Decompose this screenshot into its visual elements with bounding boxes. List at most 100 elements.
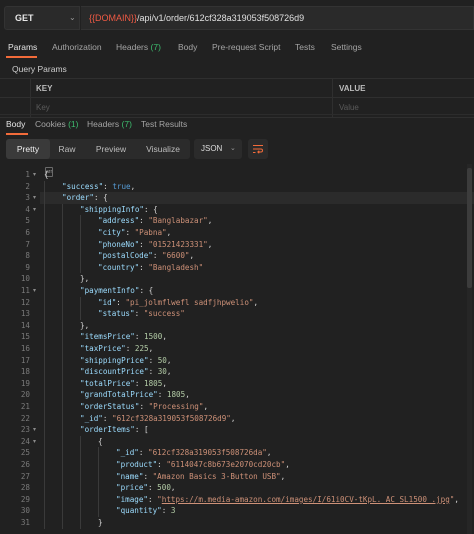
visualize-button[interactable]: Visualize xyxy=(138,139,188,159)
wrap-lines-button[interactable] xyxy=(248,139,268,159)
query-params-table: KEY VALUE Key Value xyxy=(0,78,474,118)
key-input[interactable]: Key xyxy=(36,103,50,112)
code-line: 4 "shippingInfo": {▾ xyxy=(0,204,474,216)
line-text: "address": "Banglabazar", xyxy=(98,215,212,227)
code-line: 30 "quantity": 3 xyxy=(0,505,474,517)
tab-tests[interactable]: Tests xyxy=(295,42,315,52)
line-text: "discountPrice": 30, xyxy=(80,366,171,378)
json-key: "shippingInfo" xyxy=(80,204,145,214)
json-punctuation: { xyxy=(44,170,49,179)
method-select[interactable]: GET ⌄ xyxy=(4,6,80,30)
tab-settings[interactable]: Settings xyxy=(331,42,362,52)
response-divider[interactable] xyxy=(0,114,474,115)
json-punctuation: : xyxy=(139,239,149,249)
value-input[interactable]: Value xyxy=(339,103,359,112)
line-number: 18 xyxy=(20,367,30,377)
key-column-header: KEY xyxy=(36,84,53,93)
line-number: 23 xyxy=(20,425,30,435)
line-text: "taxPrice": 225, xyxy=(80,343,153,355)
json-punctuation: : xyxy=(152,251,163,261)
line-text: "totalPrice": 1805, xyxy=(80,378,167,390)
json-punctuation: : xyxy=(148,494,158,504)
line-number: 19 xyxy=(20,378,30,388)
code-line: 1 {▾ xyxy=(0,169,474,181)
json-string: "Processing" xyxy=(148,402,204,411)
url-path: /api/v1/order/612cf328a319053f508726d9 xyxy=(137,13,305,23)
tab-cookies[interactable]: Cookies (1) xyxy=(35,119,78,129)
fold-toggle-icon[interactable]: ▾ xyxy=(33,438,36,445)
fold-toggle-icon[interactable]: ▾ xyxy=(33,194,36,201)
url-variable: {{DOMAIN}} xyxy=(89,13,138,23)
fold-toggle-icon[interactable]: ▾ xyxy=(33,206,36,213)
json-punctuation: : xyxy=(139,262,149,272)
code-line: 29 "image": "https://m.media-amazon.com/i… xyxy=(0,494,474,506)
json-punctuation: : xyxy=(148,355,158,365)
json-punctuation: : xyxy=(134,309,144,319)
code-line: 10}, xyxy=(0,273,474,285)
line-number: 9 xyxy=(25,262,30,272)
tab-headers[interactable]: Headers (7) xyxy=(116,42,161,52)
json-key: "name" xyxy=(116,471,144,481)
json-punctuation: , xyxy=(166,355,172,365)
json-key: "shippingPrice" xyxy=(80,355,149,365)
line-number: 31 xyxy=(20,518,30,527)
line-text: }, xyxy=(80,320,89,332)
code-line: 20 "grandTotalPrice": 1805, xyxy=(0,389,474,401)
tab-authorization[interactable]: Authorization xyxy=(52,42,102,52)
json-string: "Bangladesh" xyxy=(148,262,204,272)
json-link[interactable]: https://m.media-amazon.com/images/I/61i0… xyxy=(162,495,450,504)
code-line: 13 "status": "success" xyxy=(0,308,474,320)
indent-guide xyxy=(80,435,81,529)
tab-response-body[interactable]: Body xyxy=(6,119,25,129)
json-punctuation: , xyxy=(170,483,176,493)
raw-button[interactable]: Raw xyxy=(50,139,84,159)
line-text: "status": "success" xyxy=(98,308,185,320)
line-text: "grandTotalPrice": 1805, xyxy=(80,389,190,401)
url-input[interactable]: {{DOMAIN}}/api/v1/order/612cf328a319053f… xyxy=(81,6,474,30)
line-text: "orderItems": [ xyxy=(80,424,149,436)
fold-toggle-icon[interactable]: ▾ xyxy=(33,171,36,178)
json-string: "Amazon Basics 3-Button USB" xyxy=(152,471,281,481)
tab-test-results[interactable]: Test Results xyxy=(141,119,187,129)
fold-toggle-icon[interactable]: ▾ xyxy=(33,426,36,433)
active-tab-indicator xyxy=(6,56,37,58)
json-key: "postalCode" xyxy=(98,251,153,261)
json-number: 225 xyxy=(134,344,149,353)
table-row: Key Value xyxy=(0,98,474,118)
tab-response-headers[interactable]: Headers (7) xyxy=(87,119,132,129)
json-string: "612cf328a319053f508726d9" xyxy=(112,413,231,423)
json-string: "success" xyxy=(143,309,185,319)
json-punctuation: : xyxy=(102,413,113,423)
line-text: "itemsPrice": 1500, xyxy=(80,331,167,343)
line-number: 26 xyxy=(20,460,30,469)
tab-pre-request-script[interactable]: Pre-request Script xyxy=(212,42,281,52)
json-punctuation: , xyxy=(454,494,459,504)
wrap-lines-icon xyxy=(253,145,263,154)
preview-button[interactable]: Preview xyxy=(86,139,136,159)
line-number: 10 xyxy=(20,274,30,284)
url-text: {{DOMAIN}}/api/v1/order/612cf328a319053f… xyxy=(89,13,304,23)
json-key: "_id" xyxy=(116,448,139,458)
json-punctuation: , xyxy=(230,413,236,423)
line-number: 29 xyxy=(20,494,30,504)
json-key: "image" xyxy=(116,494,149,504)
fold-toggle-icon[interactable]: ▾ xyxy=(33,287,36,294)
line-number: 11 xyxy=(20,286,30,295)
json-number: 1805 xyxy=(144,378,163,388)
line-number: 14 xyxy=(20,320,30,330)
json-punctuation: : xyxy=(161,506,171,516)
json-number: 500 xyxy=(157,483,171,493)
json-punctuation: , xyxy=(280,471,286,481)
tab-body[interactable]: Body xyxy=(178,42,197,52)
tab-params[interactable]: Params xyxy=(8,42,37,52)
scrollbar-thumb[interactable] xyxy=(467,168,472,288)
code-line: 9 "country": "Bangladesh" xyxy=(0,262,474,274)
json-punctuation: , xyxy=(207,239,213,249)
code-line: 11 "paymentInfo": {▾ xyxy=(0,285,474,297)
format-select[interactable]: JSON ⌄ xyxy=(194,139,242,159)
pretty-button[interactable]: Pretty xyxy=(6,139,50,159)
response-body-editor[interactable]: arr 1{▾ 2 "success": true, 3 "order": {▾ 4 "sh… xyxy=(0,164,474,534)
chevron-down-icon: ⌄ xyxy=(230,145,236,152)
json-punctuation: : xyxy=(134,332,145,342)
chevron-down-icon: ⌄ xyxy=(69,13,76,22)
